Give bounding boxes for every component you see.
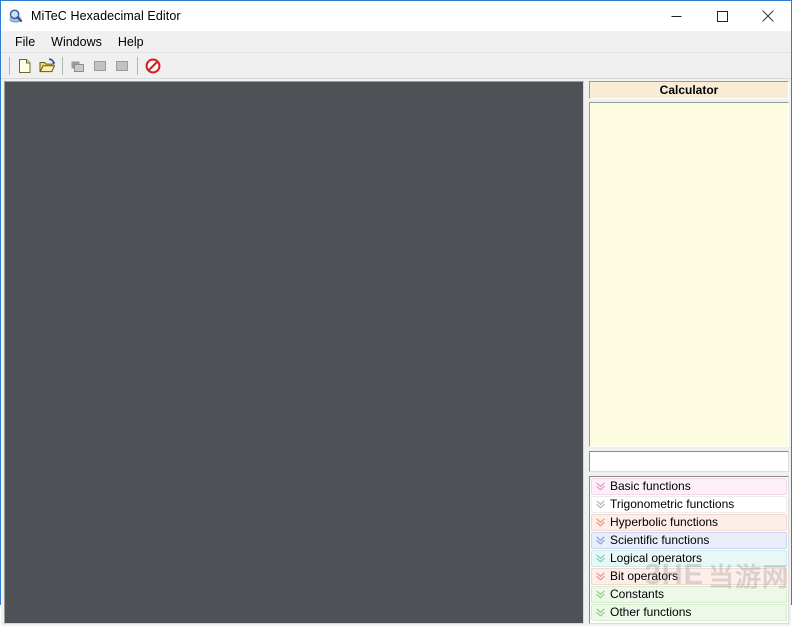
function-group-trigonometric-functions[interactable]: Trigonometric functions — [591, 496, 787, 513]
open-file-button[interactable] — [36, 55, 58, 76]
calculator-display[interactable] — [589, 102, 789, 447]
function-group-label: Trigonometric functions — [610, 497, 735, 511]
toolbar — [1, 53, 791, 79]
chevron-down-icon — [595, 607, 606, 618]
function-group-label: Hyperbolic functions — [610, 515, 719, 529]
window-title: MiTeC Hexadecimal Editor — [31, 9, 181, 23]
calculator-function-list[interactable]: Basic functions Trigonometric functions … — [589, 476, 789, 624]
toolbar-separator — [137, 56, 138, 75]
close-button[interactable] — [745, 1, 791, 31]
paste-icon — [114, 58, 130, 74]
chevron-down-icon — [595, 553, 606, 564]
chevron-down-icon — [595, 589, 606, 600]
function-group-label: Logical operators — [610, 551, 703, 565]
cut-button — [89, 55, 111, 76]
function-group-constants[interactable]: Constants — [591, 586, 787, 603]
function-group-logical-operators[interactable]: Logical operators — [591, 550, 787, 567]
toolbar-separator — [62, 56, 63, 75]
chevron-down-icon — [595, 481, 606, 492]
function-group-label: Bit operators — [610, 569, 679, 583]
function-group-bit-operators[interactable]: Bit operators — [591, 568, 787, 585]
copy-icon — [70, 58, 86, 74]
new-file-button[interactable] — [14, 55, 36, 76]
maximize-button[interactable] — [699, 1, 745, 31]
minimize-button[interactable] — [653, 1, 699, 31]
new-file-icon — [17, 58, 33, 74]
title-bar: MiTeC Hexadecimal Editor — [1, 1, 791, 31]
function-group-hyperbolic-functions[interactable]: Hyperbolic functions — [591, 514, 787, 531]
calculator-panel: Calculator Basic functions Trigonometric — [589, 81, 789, 624]
open-folder-icon — [39, 57, 56, 74]
function-group-label: Scientific functions — [610, 533, 710, 547]
menu-bar: File Windows Help — [1, 31, 791, 53]
window-controls — [653, 1, 791, 31]
calculator-expression-input[interactable] — [589, 451, 789, 472]
function-group-label: Basic functions — [610, 479, 691, 493]
cut-icon — [92, 58, 108, 74]
chevron-down-icon — [595, 535, 606, 546]
mdi-workspace[interactable] — [4, 81, 584, 624]
cancel-button[interactable] — [142, 55, 164, 76]
chevron-down-icon — [595, 571, 606, 582]
function-group-scientific-functions[interactable]: Scientific functions — [591, 532, 787, 549]
client-area: Calculator Basic functions Trigonometric — [1, 79, 791, 626]
application-window: MiTeC Hexadecimal Editor File Windows He… — [0, 0, 792, 626]
chevron-down-icon — [595, 499, 606, 510]
magnifier-disc-icon — [8, 8, 24, 24]
chevron-down-icon — [595, 517, 606, 528]
cancel-icon — [145, 58, 161, 74]
function-group-other-functions[interactable]: Other functions — [591, 604, 787, 621]
toolbar-separator — [9, 56, 10, 75]
menu-item-windows[interactable]: Windows — [43, 33, 110, 51]
paste-button — [111, 55, 133, 76]
function-group-label: Other functions — [610, 605, 692, 619]
function-group-basic-functions[interactable]: Basic functions — [591, 478, 787, 495]
copy-button — [67, 55, 89, 76]
menu-item-help[interactable]: Help — [110, 33, 152, 51]
function-group-label: Constants — [610, 587, 665, 601]
menu-item-file[interactable]: File — [7, 33, 43, 51]
calculator-panel-title: Calculator — [589, 81, 789, 99]
